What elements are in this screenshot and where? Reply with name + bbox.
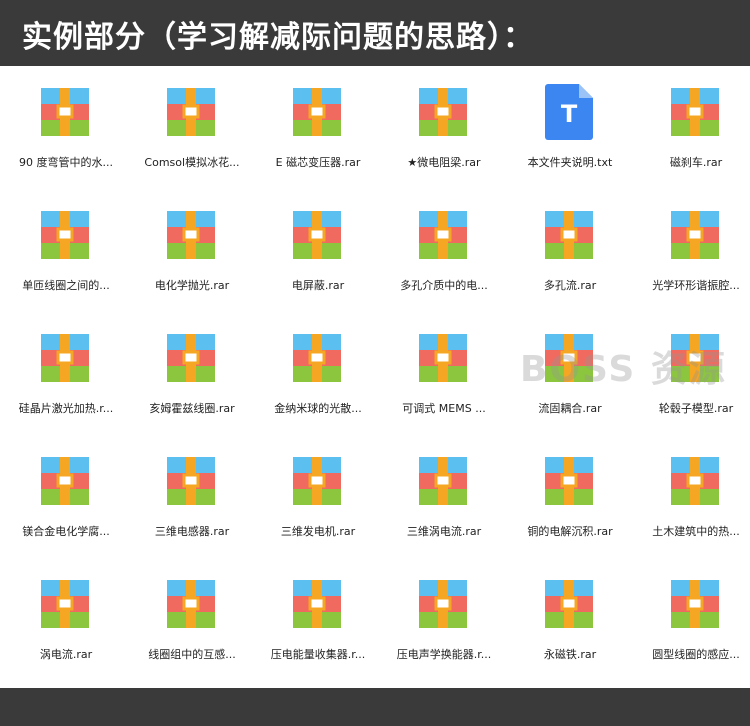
text-file-icon: T — [545, 84, 593, 140]
file-item[interactable]: 多孔流.rar — [507, 189, 633, 309]
file-item[interactable]: 镁合金电化学腐... — [3, 435, 129, 555]
rar-archive-icon — [41, 457, 89, 505]
rar-archive-icon — [167, 580, 215, 628]
rar-archive-icon — [419, 88, 467, 136]
rar-archive-icon — [167, 88, 215, 136]
txt-icon-letter: T — [561, 100, 578, 128]
page-title: 实例部分（学习解减际问题的思路）： — [22, 20, 534, 55]
file-name-label: 永磁铁.rar — [543, 648, 597, 661]
file-item[interactable]: 电化学抛光.rar — [129, 189, 255, 309]
rar-archive-icon — [671, 457, 719, 505]
file-item[interactable]: E 磁芯变压器.rar — [255, 66, 381, 186]
file-name-label: 圆型线圈的感应... — [652, 648, 740, 661]
file-name-label: 轮毂子模型.rar — [658, 402, 734, 415]
file-name-label: 镁合金电化学腐... — [22, 525, 110, 538]
rar-archive-icon — [419, 457, 467, 505]
file-name-label: 压电声学换能器.r... — [396, 648, 492, 661]
file-name-label: 铜的电解沉积.rar — [527, 525, 613, 538]
file-item[interactable]: 亥姆霍兹线圈.rar — [129, 312, 255, 432]
rar-archive-icon — [293, 88, 341, 136]
file-item[interactable]: 磁刹车.rar — [633, 66, 750, 186]
file-item[interactable]: 金纳米球的光散... — [255, 312, 381, 432]
file-name-label: 压电能量收集器.r... — [270, 648, 366, 661]
file-name-label: 金纳米球的光散... — [274, 402, 362, 415]
file-item[interactable]: 三维电感器.rar — [129, 435, 255, 555]
file-name-label: 电屏蔽.rar — [291, 279, 345, 292]
file-name-label: 三维发电机.rar — [280, 525, 356, 538]
file-name-label: 光学环形谐振腔... — [652, 279, 740, 292]
rar-archive-icon — [671, 88, 719, 136]
file-item[interactable]: 压电能量收集器.r... — [255, 558, 381, 678]
rar-archive-icon — [41, 88, 89, 136]
rar-archive-icon — [419, 580, 467, 628]
file-item[interactable]: Comsol模拟冰花... — [129, 66, 255, 186]
file-item[interactable]: 土木建筑中的热... — [633, 435, 750, 555]
rar-archive-icon — [41, 580, 89, 628]
rar-archive-icon — [41, 334, 89, 382]
file-item[interactable]: 三维发电机.rar — [255, 435, 381, 555]
file-item[interactable]: 线圈组中的互感... — [129, 558, 255, 678]
rar-archive-icon — [293, 580, 341, 628]
file-item[interactable]: 铜的电解沉积.rar — [507, 435, 633, 555]
rar-archive-icon — [545, 457, 593, 505]
rar-archive-icon — [671, 580, 719, 628]
file-item[interactable]: 可调式 MEMS ... — [381, 312, 507, 432]
footer-bar — [0, 688, 750, 726]
file-name-label: 线圈组中的互感... — [148, 648, 236, 661]
file-item[interactable]: 光学环形谐振腔... — [633, 189, 750, 309]
file-name-label: 单匝线圈之间的... — [22, 279, 110, 292]
file-item[interactable]: 90 度弯管中的水... — [3, 66, 129, 186]
file-name-label: 亥姆霍兹线圈.rar — [149, 402, 235, 415]
file-item[interactable]: 压电声学换能器.r... — [381, 558, 507, 678]
file-name-label: 硅晶片激光加热.r... — [18, 402, 114, 415]
rar-archive-icon — [545, 211, 593, 259]
rar-archive-icon — [167, 211, 215, 259]
file-name-label: 多孔介质中的电... — [400, 279, 488, 292]
rar-archive-icon — [419, 334, 467, 382]
file-item[interactable]: 圆型线圈的感应... — [633, 558, 750, 678]
file-item[interactable]: ★微电阻梁.rar — [381, 66, 507, 186]
file-name-label: Comsol模拟冰花... — [144, 156, 240, 169]
file-item[interactable]: 电屏蔽.rar — [255, 189, 381, 309]
file-item[interactable]: 单匝线圈之间的... — [3, 189, 129, 309]
file-name-label: 磁刹车.rar — [669, 156, 723, 169]
file-name-label: 本文件夹说明.txt — [527, 156, 613, 169]
file-name-label: 90 度弯管中的水... — [19, 156, 113, 169]
file-name-label: 三维涡电流.rar — [406, 525, 482, 538]
file-name-label: 电化学抛光.rar — [154, 279, 230, 292]
rar-archive-icon — [671, 211, 719, 259]
rar-archive-icon — [419, 211, 467, 259]
file-name-label: 可调式 MEMS ... — [402, 402, 486, 415]
file-item[interactable]: 永磁铁.rar — [507, 558, 633, 678]
file-name-label: 三维电感器.rar — [154, 525, 230, 538]
rar-archive-icon — [293, 211, 341, 259]
rar-archive-icon — [293, 457, 341, 505]
file-name-label: E 磁芯变压器.rar — [275, 156, 361, 169]
rar-archive-icon — [545, 580, 593, 628]
file-name-label: 多孔流.rar — [543, 279, 597, 292]
header-bar: 实例部分（学习解减际问题的思路）： — [0, 0, 750, 66]
rar-archive-icon — [41, 211, 89, 259]
file-item[interactable]: 三维涡电流.rar — [381, 435, 507, 555]
file-name-label: 涡电流.rar — [39, 648, 93, 661]
rar-archive-icon — [167, 334, 215, 382]
file-name-label: ★微电阻梁.rar — [407, 156, 481, 169]
file-name-label: 土木建筑中的热... — [652, 525, 740, 538]
file-item[interactable]: 涡电流.rar — [3, 558, 129, 678]
rar-archive-icon — [293, 334, 341, 382]
file-item[interactable]: T 本文件夹说明.txt — [507, 66, 633, 186]
file-item[interactable]: 硅晶片激光加热.r... — [3, 312, 129, 432]
watermark: BOSS 资源 — [520, 349, 727, 390]
file-item[interactable]: 多孔介质中的电... — [381, 189, 507, 309]
file-name-label: 流固耦合.rar — [538, 402, 602, 415]
rar-archive-icon — [167, 457, 215, 505]
